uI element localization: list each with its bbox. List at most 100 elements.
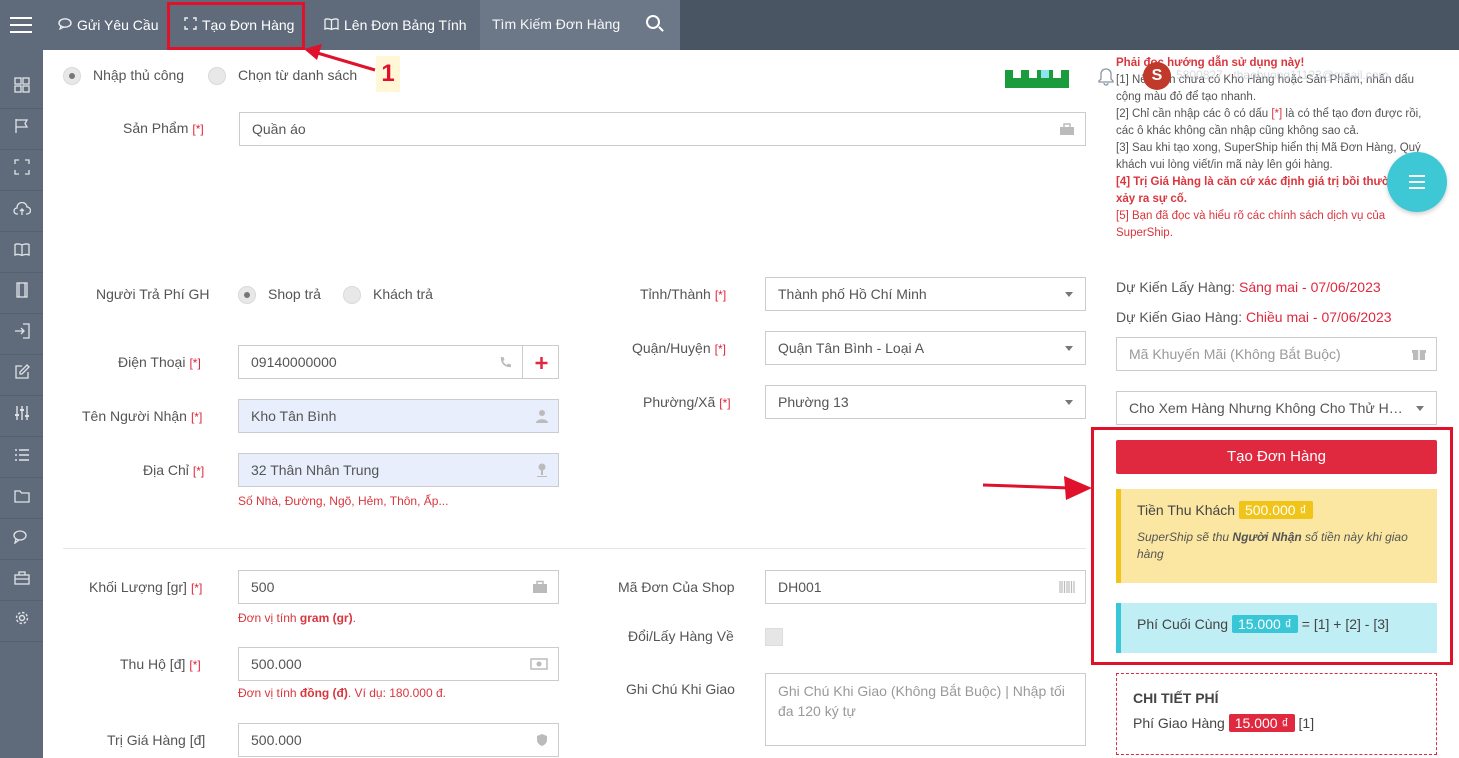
add-recipient-button[interactable]	[522, 345, 559, 379]
collect-line: Tiền Thu Khách 500.000 ₫	[1137, 501, 1421, 519]
weight-hint: Đơn vị tính gram (gr).	[238, 611, 356, 625]
floating-menu-button[interactable]	[1387, 152, 1447, 212]
film-icon[interactable]	[0, 274, 43, 314]
ward-select[interactable]: Phường 13	[765, 385, 1086, 419]
fee-detail-box: CHI TIẾT PHÍ Phí Giao Hàng 15.000 ₫ [1]	[1116, 673, 1437, 755]
shield-icon	[536, 724, 548, 756]
flag-icon[interactable]	[0, 110, 43, 150]
payer-label: Người Trả Phí GH	[96, 286, 210, 302]
promo-code-placeholder: Mã Khuyến Mãi (Không Bắt Buộc)	[1129, 346, 1341, 362]
cod-label: Thu Hộ [đ] [*]	[120, 656, 201, 672]
scan-icon[interactable]	[0, 151, 43, 191]
cloud-upload-icon[interactable]	[0, 192, 43, 232]
gear-icon[interactable]	[0, 602, 43, 642]
ward-value: Phường 13	[778, 394, 849, 410]
create-order-button[interactable]: Tạo Đơn Hàng	[1116, 440, 1437, 474]
menu-icon[interactable]	[10, 17, 32, 33]
payer-customer-radio[interactable]	[343, 286, 361, 304]
phone-icon	[499, 346, 512, 378]
barcode-icon	[1059, 571, 1075, 603]
avatar[interactable]: S	[1143, 62, 1171, 90]
ward-label: Phường/Xã [*]	[643, 394, 731, 410]
chevron-down-icon	[1065, 346, 1073, 351]
list-icon[interactable]	[0, 438, 43, 478]
guide-line-5: [5] Bạn đã đọc và hiểu rõ các chính sách…	[1116, 210, 1386, 239]
sidebar	[0, 50, 43, 758]
pickup-estimate: Dự Kiến Lấy Hàng: Sáng mai - 07/06/2023	[1116, 279, 1381, 295]
district-value: Quận Tân Bình - Loại A	[778, 340, 925, 356]
mode-list-radio[interactable]	[208, 67, 226, 85]
address-input[interactable]: 32 Thân Nhân Trung	[238, 453, 559, 487]
weight-value: 500	[251, 579, 275, 595]
weight-input[interactable]: 500	[238, 570, 559, 604]
goods-value-input[interactable]: 500.000	[238, 723, 559, 757]
order-search[interactable]: Tìm Kiếm Đơn Hàng	[480, 0, 680, 50]
goods-value-label: Trị Giá Hàng [đ]	[107, 732, 206, 748]
map-pin-icon	[536, 454, 548, 486]
shop-code-label: Mã Đơn Của Shop	[618, 579, 735, 595]
bag-icon	[1059, 113, 1075, 145]
product-value: Quần áo	[252, 121, 306, 137]
edit-icon[interactable]	[0, 356, 43, 396]
user-icon	[536, 400, 548, 432]
nav-send-request-label: Gửi Yêu Cầu	[77, 17, 159, 33]
user-email[interactable]: 5800827 - thaohuong11123@gmail.com	[1176, 68, 1389, 82]
district-select[interactable]: Quận Tân Bình - Loại A	[765, 331, 1086, 365]
guide-line-2: [2] Chỉ cần nhập các ô có dấu [*] là có …	[1116, 108, 1422, 137]
note-label: Ghi Chú Khi Giao	[626, 681, 735, 697]
chevron-down-icon	[1065, 292, 1073, 297]
recipient-value: Kho Tân Bình	[251, 408, 337, 424]
sliders-icon[interactable]	[0, 397, 43, 437]
address-label: Địa Chỉ [*]	[143, 462, 205, 478]
cod-hint: Đơn vị tính đồng (đ). Ví dụ: 180.000 đ.	[238, 686, 446, 700]
address-value: 32 Thân Nhân Trung	[251, 462, 380, 478]
payer-customer-label: Khách trả	[373, 286, 433, 302]
search-input[interactable]: Tìm Kiếm Đơn Hàng	[492, 16, 620, 32]
chevron-down-icon	[1416, 406, 1424, 411]
briefcase-icon	[532, 571, 548, 603]
recipient-label: Tên Người Nhận [*]	[82, 408, 203, 424]
customer-collect-box: Tiền Thu Khách 500.000 ₫ SuperShip sẽ th…	[1116, 489, 1437, 583]
login-icon[interactable]	[0, 315, 43, 355]
exchange-checkbox[interactable]	[765, 628, 783, 646]
view-option-select[interactable]: Cho Xem Hàng Nhưng Không Cho Thử Hàng	[1116, 391, 1437, 425]
section-divider	[63, 548, 1086, 549]
goods-value-value: 500.000	[251, 732, 302, 748]
weight-label: Khối Lượng [gr] [*]	[89, 579, 203, 595]
shop-code-value: DH001	[778, 579, 822, 595]
mode-manual-label: Nhập thủ công	[93, 67, 185, 83]
plus-icon	[535, 357, 548, 369]
folder-icon[interactable]	[0, 479, 43, 519]
dashboard-icon[interactable]	[0, 69, 43, 109]
product-label: Sản Phẩm [*]	[123, 120, 204, 136]
recipient-input[interactable]: Kho Tân Bình	[238, 399, 559, 433]
province-select[interactable]: Thành phố Hồ Chí Minh	[765, 277, 1086, 311]
phone-label: Điện Thoại [*]	[118, 354, 201, 370]
shop-code-input[interactable]: DH001	[765, 570, 1086, 604]
delivery-fee-badge: 15.000 ₫	[1228, 714, 1295, 732]
bell-icon[interactable]	[1098, 68, 1114, 89]
phone-input[interactable]: 09140000000	[238, 345, 523, 379]
product-input[interactable]: Quần áo	[239, 112, 1086, 146]
nav-send-request[interactable]: Gửi Yêu Cầu	[50, 0, 167, 50]
note-textarea[interactable]: Ghi Chú Khi Giao (Không Bắt Buộc) | Nhập…	[765, 673, 1086, 746]
search-icon[interactable]	[646, 15, 660, 29]
chat-icon	[58, 1, 72, 51]
annotation-step-number: 1	[376, 56, 400, 92]
payer-shop-radio[interactable]	[238, 286, 256, 304]
province-value: Thành phố Hồ Chí Minh	[778, 286, 927, 302]
phone-value: 09140000000	[251, 354, 337, 370]
cod-input[interactable]: 500.000	[238, 647, 559, 681]
mode-manual-radio[interactable]	[63, 67, 81, 85]
view-option-value: Cho Xem Hàng Nhưng Không Cho Thử Hàng	[1129, 400, 1413, 416]
book-icon[interactable]	[0, 233, 43, 273]
address-hint: Số Nhà, Đường, Ngõ, Hẻm, Thôn, Ấp...	[238, 494, 449, 508]
chevron-down-icon	[1065, 400, 1073, 405]
comments-icon[interactable]	[0, 520, 43, 560]
final-fee-line: Phí Cuối Cùng 15.000 ₫ = [1] + [2] - [3]	[1137, 615, 1389, 633]
cod-value: 500.000	[251, 656, 302, 672]
delivery-estimate: Dự Kiến Giao Hàng: Chiều mai - 07/06/202…	[1116, 309, 1392, 325]
promo-code-input[interactable]: Mã Khuyến Mãi (Không Bắt Buộc)	[1116, 337, 1437, 371]
money-icon	[530, 648, 548, 680]
briefcase-icon[interactable]	[0, 561, 43, 601]
